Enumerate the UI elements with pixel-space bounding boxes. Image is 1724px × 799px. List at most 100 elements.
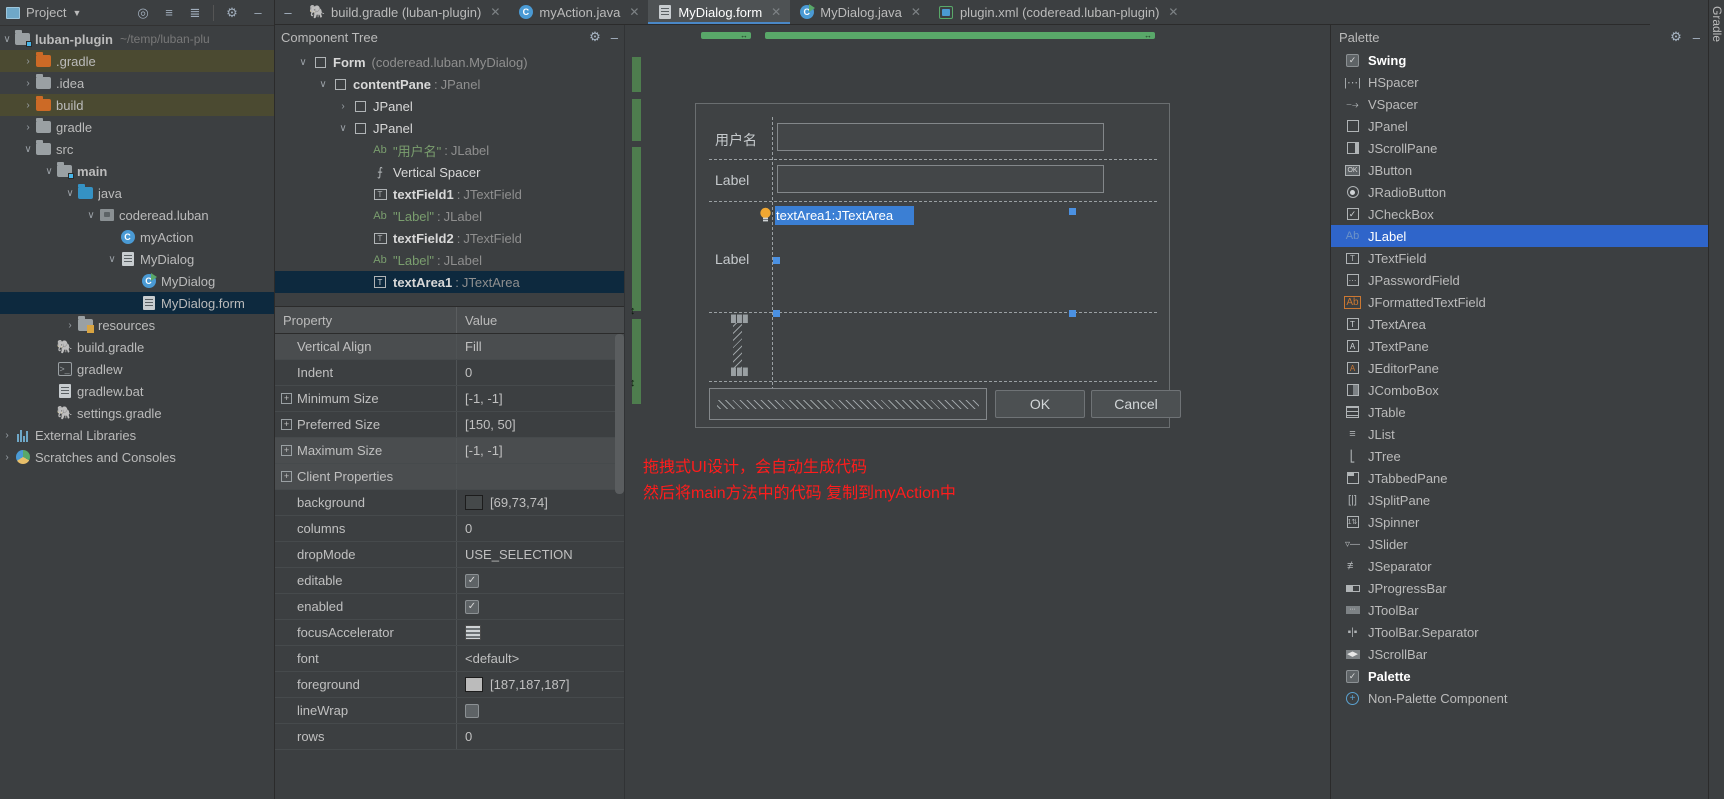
expand-arrow[interactable]: › <box>21 100 35 111</box>
palette-item-JToolBar-Separator[interactable]: ▪|▪ JToolBar.Separator <box>1331 621 1708 643</box>
project-tree-node[interactable]: ∨ main <box>0 160 274 182</box>
property-checkbox[interactable]: ✓ <box>465 573 479 588</box>
property-value-cell[interactable]: Fill <box>457 334 624 359</box>
expand-arrow[interactable]: ∨ <box>335 123 351 134</box>
palette-group-swing[interactable]: ✓ Swing <box>1331 49 1708 71</box>
palette-item-JComboBox[interactable]: JComboBox <box>1331 379 1708 401</box>
project-tree-node[interactable]: › build <box>0 94 274 116</box>
expand-arrow[interactable]: ∨ <box>21 144 35 155</box>
property-row[interactable]: + Preferred Size [150, 50] <box>275 412 624 438</box>
project-tree-node[interactable]: gradlew.bat <box>0 380 274 402</box>
property-row[interactable]: enabled ✓ <box>275 594 624 620</box>
property-value-cell[interactable]: 0 <box>457 360 624 385</box>
project-tree-node[interactable]: C MyDialog <box>0 270 274 292</box>
property-value-cell[interactable]: 0 <box>457 516 624 541</box>
palette-list[interactable]: ✓ Swing |⋯| HSpacer ⤍ VSpacer JPanel JScrollPan… <box>1331 49 1708 709</box>
component-tree-node[interactable]: Ab "用户名": JLabel <box>275 139 624 161</box>
property-value-cell[interactable]: ✓ <box>457 568 624 593</box>
project-tree-node[interactable]: 🐘 build.gradle <box>0 336 274 358</box>
gradle-tool-label[interactable]: Gradle <box>1710 6 1724 42</box>
project-tree-node[interactable]: 🐘 settings.gradle <box>0 402 274 424</box>
resize-handle-sw[interactable] <box>773 310 780 317</box>
project-tree-node[interactable]: › Scratches and Consoles <box>0 446 274 468</box>
palette-item-JSpinner[interactable]: 1⇅ JSpinner <box>1331 511 1708 533</box>
palette-item-VSpacer[interactable]: ⤍ VSpacer <box>1331 93 1708 115</box>
property-value-cell[interactable]: <default> <box>457 646 624 671</box>
expand-arrow[interactable]: › <box>0 430 14 441</box>
project-tree-node[interactable]: › gradle <box>0 116 274 138</box>
property-value-cell[interactable] <box>457 620 624 645</box>
form-designer-canvas[interactable]: ↔ ↔ ↕ ↕ 用户名 Label Label textArea1:JTextA… <box>625 25 1330 799</box>
palette-item-JLabel[interactable]: Ab JLabel <box>1331 225 1708 247</box>
component-tree-node[interactable]: › JPanel <box>275 95 624 117</box>
palette-item-JSplitPane[interactable]: [|] JSplitPane <box>1331 489 1708 511</box>
expand-arrow[interactable]: ∨ <box>295 57 311 68</box>
property-checkbox[interactable]: ✓ <box>465 703 479 718</box>
settings-icon[interactable]: ⚙ <box>1670 29 1682 45</box>
project-tree-node[interactable]: › resources <box>0 314 274 336</box>
expand-arrow[interactable]: ∨ <box>84 210 98 221</box>
property-row[interactable]: columns 0 <box>275 516 624 542</box>
project-tree-node[interactable]: MyDialog.form <box>0 292 274 314</box>
expand-arrow[interactable]: › <box>63 320 77 331</box>
settings-icon[interactable]: ⚙ <box>589 29 601 45</box>
property-row[interactable]: dropMode USE_SELECTION <box>275 542 624 568</box>
palette-item-JRadioButton[interactable]: JRadioButton <box>1331 181 1708 203</box>
palette-item-JSlider[interactable]: ▿— JSlider <box>1331 533 1708 555</box>
resize-vertical-icon[interactable]: ↕ <box>630 377 636 389</box>
hide-panel-icon[interactable]: – <box>611 30 618 45</box>
editor-tab[interactable]: C MyDialog.java ✕ <box>790 0 930 24</box>
palette-item-JPasswordField[interactable]: ⋯ JPasswordField <box>1331 269 1708 291</box>
project-tree-node[interactable]: ∨ src <box>0 138 274 160</box>
property-row[interactable]: Indent 0 <box>275 360 624 386</box>
palette-item-JEditorPane[interactable]: A JEditorPane <box>1331 357 1708 379</box>
resize-handle-se[interactable] <box>1069 310 1076 317</box>
palette-item-JTree[interactable]: ⎣ JTree <box>1331 445 1708 467</box>
component-tree-node[interactable]: ∨ contentPane: JPanel <box>275 73 624 95</box>
project-tree-node[interactable]: › External Libraries <box>0 424 274 446</box>
resize-handle-ne[interactable] <box>1069 208 1076 215</box>
resize-handle-w[interactable] <box>773 257 780 264</box>
editor-tab[interactable]: 🐘 build.gradle (luban-plugin) ✕ <box>301 0 509 24</box>
property-row[interactable]: background [69,73,74] <box>275 490 624 516</box>
palette-item-JFormattedTextField[interactable]: Ab JFormattedTextField <box>1331 291 1708 313</box>
form-preview[interactable]: 用户名 Label Label textArea1:JTextArea ███ … <box>695 103 1181 428</box>
palette-group-palette[interactable]: ✓ Palette <box>1331 665 1708 687</box>
palette-item-JScrollBar[interactable]: ◀▶ JScrollBar <box>1331 643 1708 665</box>
resize-vertical-icon[interactable]: ↕ <box>630 305 636 317</box>
property-value-cell[interactable] <box>457 464 624 489</box>
palette-item-JTable[interactable]: JTable <box>1331 401 1708 423</box>
expand-arrow[interactable]: ∨ <box>42 166 56 177</box>
component-tree-node[interactable]: Ab "Label": JLabel <box>275 205 624 227</box>
project-root-node[interactable]: ∨ luban-plugin ~/temp/luban-plu <box>0 28 274 50</box>
project-tree-node[interactable]: >_ gradlew <box>0 358 274 380</box>
property-checkbox[interactable]: ✓ <box>465 599 479 614</box>
project-tree-node[interactable]: ∨ java <box>0 182 274 204</box>
property-scrollbar[interactable] <box>615 334 624 494</box>
property-row[interactable]: lineWrap ✓ <box>275 698 624 724</box>
palette-item-JProgressBar[interactable]: JProgressBar <box>1331 577 1708 599</box>
palette-item-JCheckBox[interactable]: ✓ JCheckBox <box>1331 203 1708 225</box>
form-textfield-2[interactable] <box>777 165 1104 193</box>
property-value-cell[interactable]: [-1, -1] <box>457 386 624 411</box>
project-tree-node[interactable]: CmyAction <box>0 226 274 248</box>
selected-component-label[interactable]: textArea1:JTextArea <box>775 206 914 225</box>
palette-item-JPanel[interactable]: JPanel <box>1331 115 1708 137</box>
component-tree-node[interactable]: ∨ Form (coderead.luban.MyDialog) <box>275 51 624 73</box>
close-tab-icon[interactable]: ✕ <box>771 5 781 19</box>
component-tree-node[interactable]: Ab "Label": JLabel <box>275 249 624 271</box>
component-tree-node[interactable]: TtextField2: JTextField <box>275 227 624 249</box>
property-value-cell[interactable]: USE_SELECTION <box>457 542 624 567</box>
settings-icon[interactable]: ⚙ <box>222 3 242 23</box>
expand-arrow[interactable]: › <box>335 101 351 112</box>
property-value-cell[interactable]: [187,187,187] <box>457 672 624 697</box>
intention-bulb-icon[interactable] <box>759 207 772 223</box>
property-value-cell[interactable]: ✓ <box>457 594 624 619</box>
project-tree-node[interactable]: › .idea <box>0 72 274 94</box>
expand-arrow[interactable]: › <box>21 122 35 133</box>
palette-item-JTextPane[interactable]: A JTextPane <box>1331 335 1708 357</box>
property-value-cell[interactable]: 0 <box>457 724 624 749</box>
property-value-cell[interactable]: [-1, -1] <box>457 438 624 463</box>
palette-item-Non-Palette Component[interactable]: + Non-Palette Component <box>1331 687 1708 709</box>
palette-item-JTextField[interactable]: T JTextField <box>1331 247 1708 269</box>
